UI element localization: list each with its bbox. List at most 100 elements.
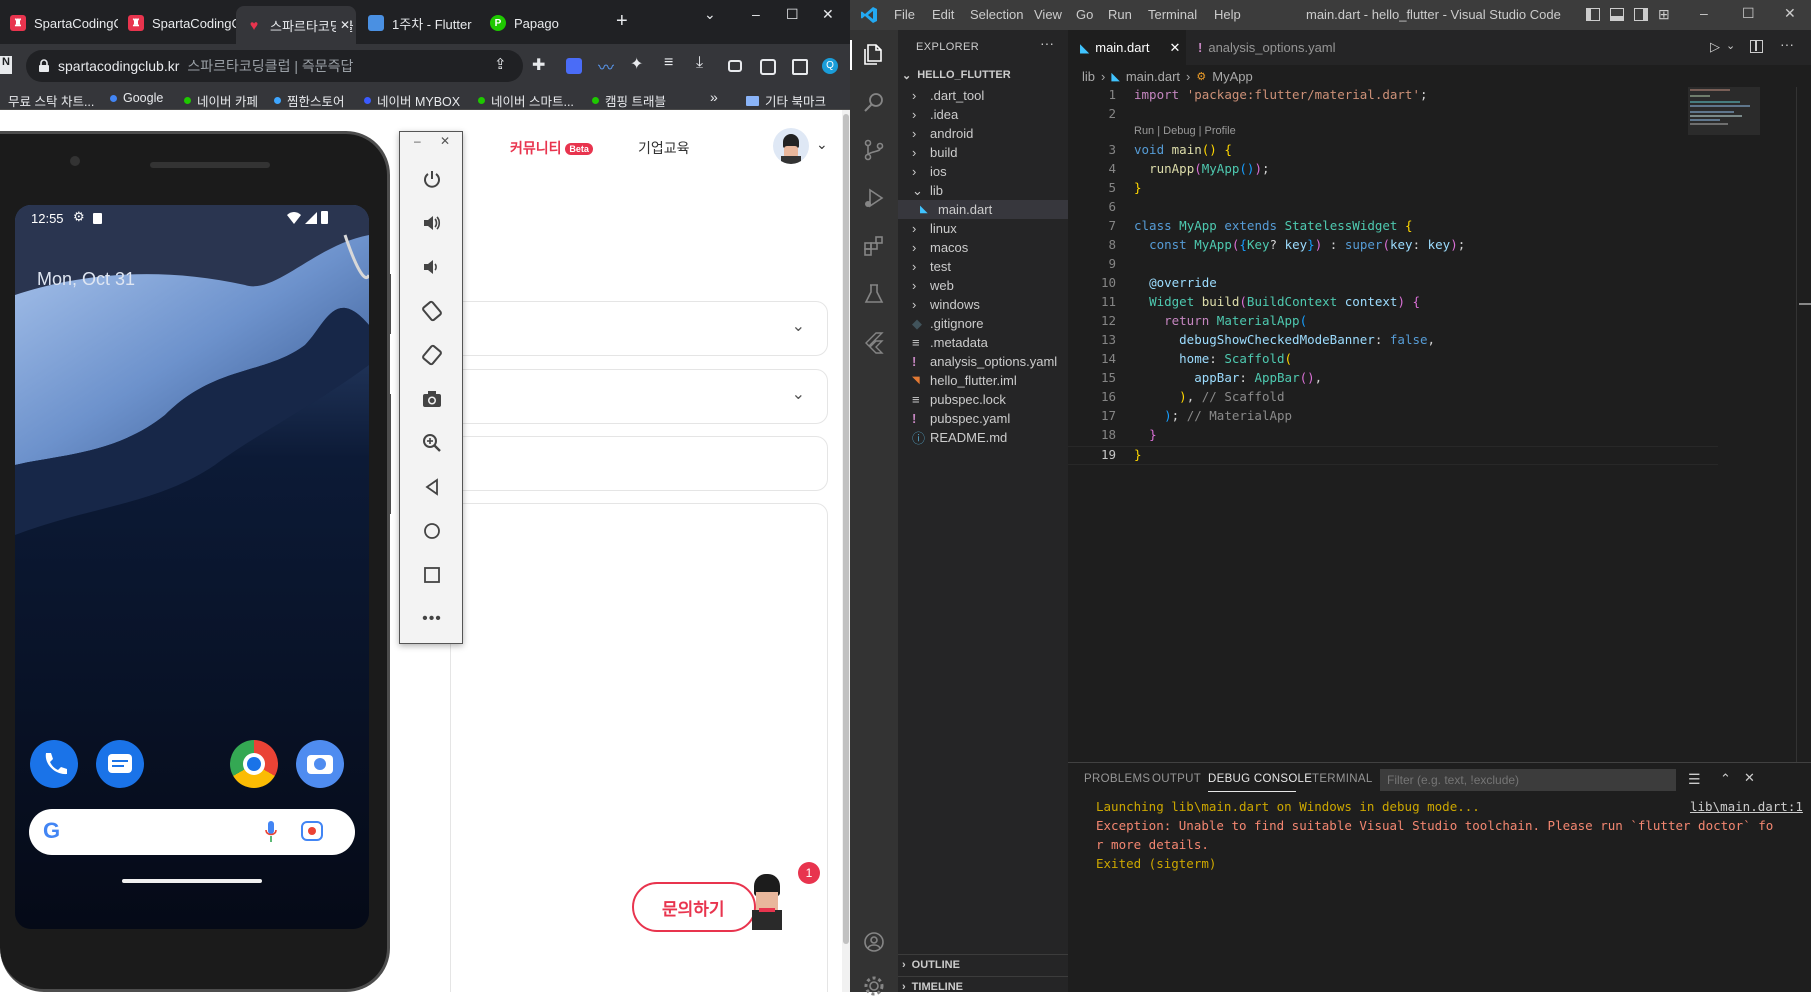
menu-file[interactable]: File bbox=[894, 7, 915, 22]
camera-icon[interactable] bbox=[420, 387, 444, 411]
settings-gear-icon[interactable] bbox=[862, 974, 886, 998]
split-editor-icon[interactable] bbox=[1750, 40, 1763, 53]
search-icon[interactable] bbox=[862, 90, 886, 114]
explorer-item[interactable]: ⌄ lib bbox=[898, 181, 1068, 200]
explorer-item[interactable]: ≡ pubspec.lock bbox=[898, 390, 1068, 409]
rotate-right-icon[interactable] bbox=[420, 343, 444, 367]
run-icon[interactable]: ▷ bbox=[1710, 39, 1720, 55]
other-bookmarks[interactable]: 기타 북마크 bbox=[746, 91, 826, 110]
input-card[interactable] bbox=[450, 436, 828, 491]
tab-main-dart[interactable]: ◣ main.dart ✕ bbox=[1068, 30, 1186, 65]
side-panel-icon[interactable] bbox=[792, 59, 808, 75]
menu-run[interactable]: Run bbox=[1108, 7, 1132, 22]
bookmark-item[interactable]: 네이버 스마트... bbox=[478, 91, 574, 110]
source-control-icon[interactable] bbox=[862, 138, 886, 162]
explorer-item[interactable]: › .dart_tool bbox=[898, 86, 1068, 105]
bookmarks-overflow[interactable]: » bbox=[710, 89, 718, 105]
tab-output[interactable]: OUTPUT bbox=[1152, 773, 1201, 785]
maximize-icon[interactable]: ☐ bbox=[1742, 5, 1755, 22]
tab-problems[interactable]: PROBLEMS bbox=[1084, 773, 1150, 785]
puzzle-icon[interactable]: ✦ bbox=[630, 54, 646, 73]
tab-debug-console[interactable]: DEBUG CONSOLE bbox=[1208, 773, 1312, 785]
toggle-secondary-sidebar-icon[interactable] bbox=[1634, 8, 1648, 21]
explorer-item[interactable]: › android bbox=[898, 124, 1068, 143]
explorer-item[interactable]: › build bbox=[898, 143, 1068, 162]
volume-down-icon[interactable] bbox=[420, 255, 444, 279]
menu-terminal[interactable]: Terminal bbox=[1148, 7, 1197, 22]
extension-icon[interactable]: ✚ bbox=[532, 55, 548, 74]
tab-terminal[interactable]: TERMINAL bbox=[1312, 773, 1373, 785]
close-window-icon[interactable]: ✕ bbox=[822, 6, 834, 23]
explorer-item[interactable]: › test bbox=[898, 257, 1068, 276]
extensions-icon[interactable] bbox=[862, 234, 886, 258]
profile-avatar[interactable]: Q bbox=[822, 58, 838, 74]
gesture-handle[interactable] bbox=[122, 879, 262, 883]
editor-scrollbar[interactable] bbox=[1796, 87, 1811, 762]
mic-icon[interactable] bbox=[265, 821, 277, 843]
download-icon[interactable]: ⤓ bbox=[696, 54, 712, 71]
google-search-widget[interactable]: G bbox=[29, 809, 355, 855]
account-icon[interactable] bbox=[862, 930, 886, 954]
power-icon[interactable] bbox=[420, 167, 444, 191]
tab-analysis-options[interactable]: ! analysis_options.yaml bbox=[1186, 30, 1354, 65]
rotate-left-icon[interactable] bbox=[420, 299, 444, 323]
explorer-item[interactable]: › ios bbox=[898, 162, 1068, 181]
menu-view[interactable]: View bbox=[1034, 7, 1062, 22]
home-icon[interactable] bbox=[420, 519, 444, 543]
code-area[interactable]: 1 import 'package:flutter/material.dart';… bbox=[1068, 87, 1811, 507]
chevron-down-icon[interactable]: ⌄ bbox=[816, 136, 828, 153]
close-panel-icon[interactable]: ✕ bbox=[1744, 770, 1755, 786]
explorer-item[interactable]: › .idea bbox=[898, 105, 1068, 124]
browser-tab[interactable]: ♜ SpartaCodingC bbox=[118, 8, 236, 38]
breadcrumb-item[interactable]: main.dart bbox=[1126, 69, 1180, 84]
nav-corporate[interactable]: 기업교육 bbox=[638, 138, 690, 158]
minimize-icon[interactable]: – bbox=[1700, 5, 1708, 21]
nav-community[interactable]: 커뮤니티 Beta bbox=[510, 138, 593, 158]
accordion-card[interactable]: ⌄ bbox=[450, 369, 828, 424]
more-icon[interactable]: ••• bbox=[420, 607, 444, 631]
project-root[interactable]: ⌄ HELLO_FLUTTER bbox=[898, 64, 1068, 86]
menu-selection[interactable]: Selection bbox=[970, 7, 1023, 22]
explorer-icon[interactable] bbox=[862, 42, 886, 66]
reading-list-icon[interactable]: ≡ bbox=[664, 54, 680, 71]
accordion-card[interactable]: ⌄ bbox=[450, 301, 828, 356]
address-bar[interactable]: spartacodingclub.kr 스파르타코딩클럽 | 즉문즉답 bbox=[26, 50, 523, 82]
browser-tab[interactable]: ♜ SpartaCodingC bbox=[0, 8, 118, 38]
camera-app-icon[interactable] bbox=[296, 740, 344, 788]
maximize-panel-icon[interactable]: ⌃ bbox=[1720, 771, 1731, 787]
bookmark-item[interactable]: 무료 스탁 차트... bbox=[8, 91, 94, 110]
menu-go[interactable]: Go bbox=[1076, 7, 1093, 22]
minimize-icon[interactable]: – bbox=[752, 6, 760, 22]
maximize-icon[interactable]: ☐ bbox=[786, 6, 799, 23]
outline-section[interactable]: › OUTLINE bbox=[898, 954, 1068, 976]
extension-image-icon[interactable] bbox=[566, 58, 582, 74]
explorer-item[interactable]: › windows bbox=[898, 295, 1068, 314]
emulator-screen[interactable]: 12:55 ⚙ Mon, Oct 31 G bbox=[15, 205, 369, 929]
overview-icon[interactable] bbox=[420, 563, 444, 587]
inquiry-button[interactable]: 문의하기 bbox=[632, 882, 756, 932]
chrome-app-icon[interactable] bbox=[230, 740, 278, 788]
lens-icon[interactable] bbox=[301, 821, 323, 841]
close-icon[interactable]: ✕ bbox=[440, 134, 450, 148]
browser-tab[interactable]: 1주차 - Flutter bbox=[358, 8, 476, 38]
explorer-item[interactable]: › macos bbox=[898, 238, 1068, 257]
testing-icon[interactable] bbox=[862, 282, 886, 306]
bookmark-item[interactable]: 네이버 MYBOX bbox=[364, 91, 460, 110]
toggle-sidebar-icon[interactable] bbox=[1586, 8, 1600, 21]
minimap[interactable] bbox=[1688, 87, 1798, 147]
console-source-link[interactable]: lib\main.dart:1 bbox=[1690, 799, 1803, 814]
minimize-icon[interactable]: – bbox=[414, 134, 421, 148]
zoom-icon[interactable] bbox=[420, 431, 444, 455]
explorer-item[interactable]: ⓘ README.md bbox=[898, 428, 1068, 447]
share-icon[interactable]: ⇪ bbox=[494, 55, 510, 73]
more-actions-icon[interactable]: ··· bbox=[1040, 35, 1054, 51]
explorer-item[interactable]: ! pubspec.yaml bbox=[898, 409, 1068, 428]
extension-n-icon[interactable]: N bbox=[0, 56, 12, 74]
explorer-item[interactable]: › web bbox=[898, 276, 1068, 295]
tab-search-icon[interactable]: ⌄ bbox=[704, 6, 716, 23]
console-filter-input[interactable] bbox=[1380, 769, 1676, 791]
back-icon[interactable] bbox=[420, 475, 444, 499]
explorer-item[interactable]: ! analysis_options.yaml bbox=[898, 352, 1068, 371]
cast-icon[interactable] bbox=[728, 60, 742, 72]
run-debug-icon[interactable] bbox=[862, 186, 886, 210]
